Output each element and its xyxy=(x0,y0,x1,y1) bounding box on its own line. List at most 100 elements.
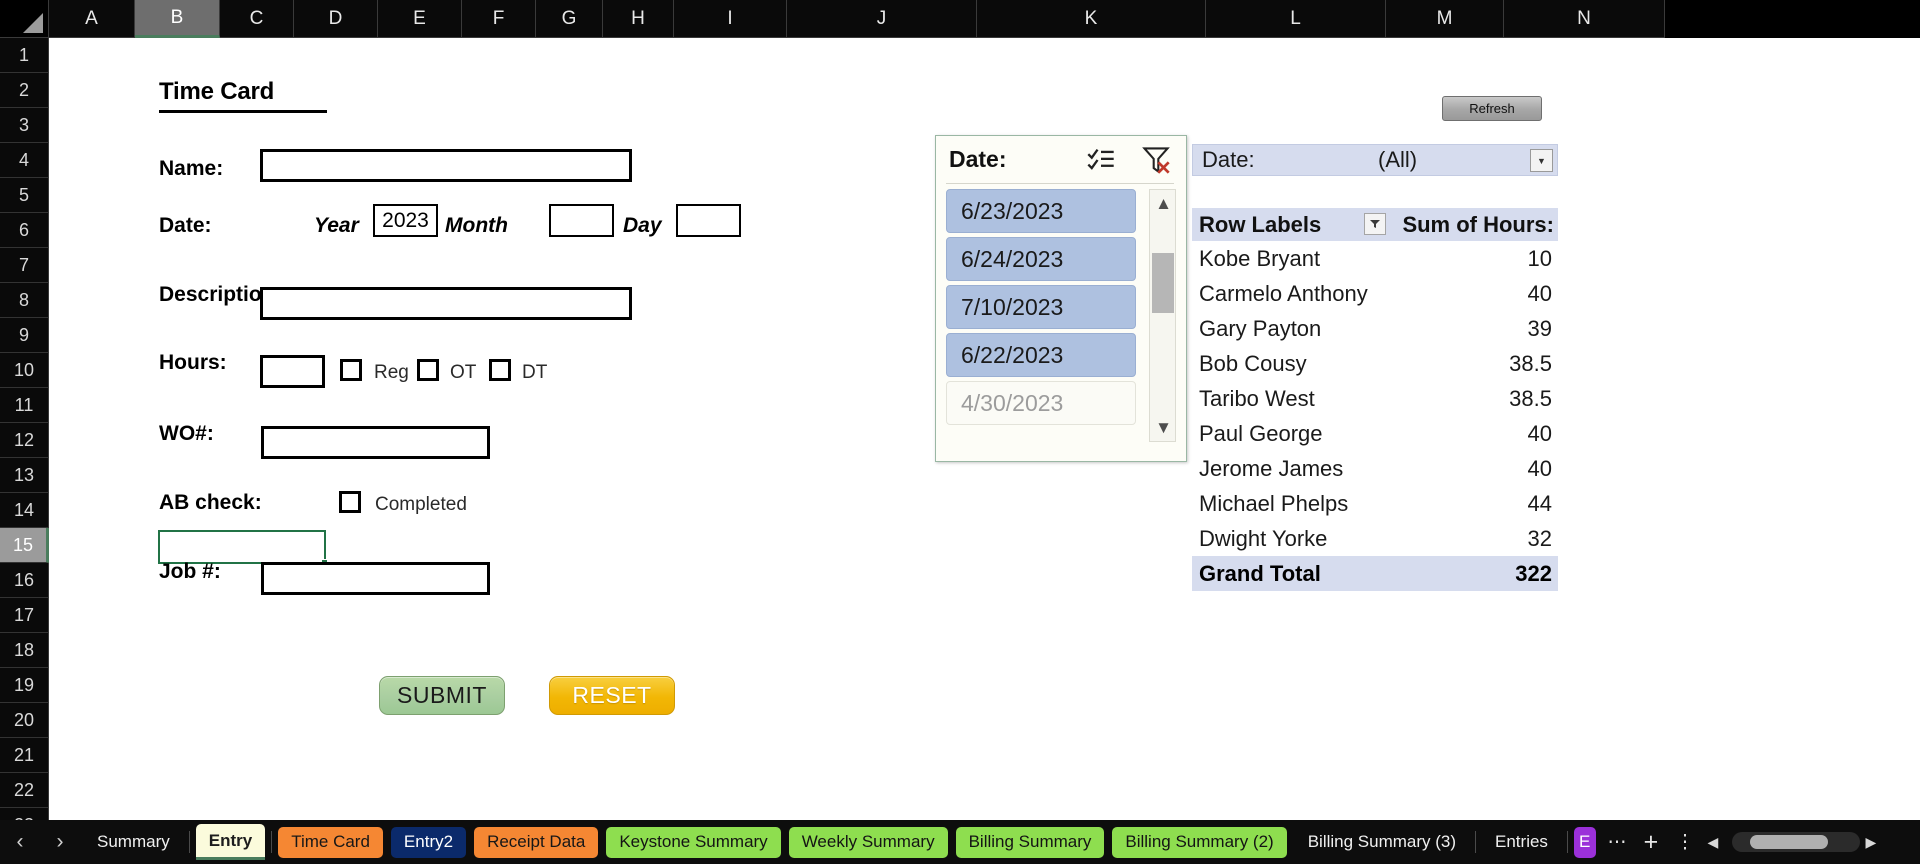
pivot-row-value: 10 xyxy=(1527,245,1552,271)
slicer-item[interactable]: 6/24/2023 xyxy=(946,237,1136,281)
sheet-tab-summary[interactable]: Summary xyxy=(84,827,183,858)
row-header-20[interactable]: 20 xyxy=(0,703,49,738)
sheet-tab-entries[interactable]: Entries xyxy=(1482,827,1561,858)
multi-select-icon[interactable] xyxy=(1086,145,1116,175)
chevron-down-icon[interactable]: ▼ xyxy=(1530,149,1553,172)
row-header-21[interactable]: 21 xyxy=(0,738,49,773)
column-header-e[interactable]: E xyxy=(378,0,462,38)
sheet-tab-weekly-summary[interactable]: Weekly Summary xyxy=(788,826,948,858)
column-header-j[interactable]: J xyxy=(787,0,977,38)
completed-checkbox[interactable] xyxy=(339,491,361,513)
month-input[interactable] xyxy=(549,204,614,237)
description-input[interactable] xyxy=(260,287,632,320)
sheet-tab-entry2[interactable]: Entry2 xyxy=(390,826,467,858)
column-header-b[interactable]: B xyxy=(135,0,220,38)
horizontal-scrollbar[interactable] xyxy=(1731,832,1860,852)
slicer-item[interactable]: 4/30/2023 xyxy=(946,381,1136,425)
date-slicer[interactable]: Date: 6/23/2023 6/24/2023 7/10/2023 6/22… xyxy=(935,135,1187,462)
row-header-1[interactable]: 1 xyxy=(0,38,49,73)
row-header-15[interactable]: 15 xyxy=(0,528,49,563)
pivot-row: Dwight Yorke 32 xyxy=(1192,521,1558,556)
row-header-3[interactable]: 3 xyxy=(0,108,49,143)
column-header-f[interactable]: F xyxy=(462,0,536,38)
column-header-l[interactable]: L xyxy=(1206,0,1386,38)
active-cell-b15[interactable] xyxy=(158,530,328,566)
sheet-tab-keystone-summary[interactable]: Keystone Summary xyxy=(606,826,781,858)
column-header-m[interactable]: M xyxy=(1386,0,1504,38)
slicer-item-list[interactable]: 6/23/2023 6/24/2023 7/10/2023 6/22/2023 4/30… xyxy=(946,189,1136,429)
chevron-down-icon[interactable]: ▼ xyxy=(1150,414,1177,441)
chevron-up-icon[interactable]: ▲ xyxy=(1150,190,1177,217)
row-header-13[interactable]: 13 xyxy=(0,458,49,493)
dt-checkbox[interactable] xyxy=(489,359,511,381)
row-header-2[interactable]: 2 xyxy=(0,73,49,108)
slicer-item[interactable]: 6/23/2023 xyxy=(946,189,1136,233)
column-header-a[interactable]: A xyxy=(49,0,135,38)
scroll-right-icon[interactable]: ▶ xyxy=(1860,820,1882,864)
pivot-row-name: Carmelo Anthony xyxy=(1199,280,1368,306)
pivot-row-name: Paul George xyxy=(1199,420,1323,446)
sheet-tab-billing-summary-3[interactable]: Billing Summary (3) xyxy=(1295,827,1469,858)
worksheet-grid[interactable]: Time Card Name: Date: Year 2023 Month Da… xyxy=(49,38,1871,820)
sheet-tab-billing-summary-2[interactable]: Billing Summary (2) xyxy=(1112,826,1287,858)
hours-input[interactable] xyxy=(260,355,325,388)
job-input[interactable] xyxy=(261,562,490,595)
row-header-5[interactable]: 5 xyxy=(0,178,49,213)
row-header-8[interactable]: 8 xyxy=(0,283,49,318)
sheet-tab-entry[interactable]: Entry xyxy=(195,824,266,860)
name-input[interactable] xyxy=(260,149,632,182)
row-header-11[interactable]: 11 xyxy=(0,388,49,423)
scroll-thumb[interactable] xyxy=(1749,835,1828,849)
slicer-scroll-thumb[interactable] xyxy=(1152,253,1174,313)
submit-button[interactable]: SUBMIT xyxy=(379,676,505,715)
grand-total-value: 322 xyxy=(1515,560,1552,586)
pivot-header-row: Row Labels Sum of Hours: xyxy=(1192,208,1558,241)
column-header-k[interactable]: K xyxy=(977,0,1206,38)
day-input[interactable] xyxy=(676,204,741,237)
row-header-4[interactable]: 4 xyxy=(0,143,49,178)
column-header-d[interactable]: D xyxy=(294,0,378,38)
chevron-left-icon[interactable]: ‹ xyxy=(0,820,40,864)
row-header-19[interactable]: 19 xyxy=(0,668,49,703)
pivot-filter-value: (All) xyxy=(1378,147,1418,172)
column-header-g[interactable]: G xyxy=(536,0,603,38)
row-header-22[interactable]: 22 xyxy=(0,773,49,808)
row-header-9[interactable]: 9 xyxy=(0,318,49,353)
row-header-17[interactable]: 17 xyxy=(0,598,49,633)
sheet-tab-time-card[interactable]: Time Card xyxy=(278,826,383,858)
column-header-i[interactable]: I xyxy=(674,0,787,38)
reset-button[interactable]: RESET xyxy=(549,676,675,715)
ellipsis-icon[interactable]: ⋯ xyxy=(1600,820,1634,864)
slicer-item[interactable]: 6/22/2023 xyxy=(946,333,1136,377)
chevron-right-icon[interactable]: › xyxy=(40,820,80,864)
date-label: Date: xyxy=(159,214,212,237)
pivot-row-value: 38.5 xyxy=(1509,350,1552,376)
sheet-tab-receipt-data[interactable]: Receipt Data xyxy=(474,826,599,858)
slicer-item[interactable]: 7/10/2023 xyxy=(946,285,1136,329)
clear-filter-icon[interactable] xyxy=(1141,145,1171,175)
reg-checkbox[interactable] xyxy=(340,359,362,381)
ot-checkbox[interactable] xyxy=(417,359,439,381)
row-header-7[interactable]: 7 xyxy=(0,248,49,283)
column-header-n[interactable]: N xyxy=(1504,0,1665,38)
row-header-6[interactable]: 6 xyxy=(0,213,49,248)
select-all-corner[interactable] xyxy=(0,0,49,38)
column-header-h[interactable]: H xyxy=(603,0,674,38)
column-header-c[interactable]: C xyxy=(220,0,294,38)
refresh-button[interactable]: Refresh xyxy=(1442,96,1542,121)
sheet-tab-e[interactable]: E xyxy=(1573,826,1596,858)
wo-input[interactable] xyxy=(261,426,490,459)
row-header-16[interactable]: 16 xyxy=(0,563,49,598)
plus-icon[interactable]: + xyxy=(1634,820,1668,864)
slicer-scrollbar[interactable]: ▲ ▼ xyxy=(1149,189,1176,442)
pivot-date-filter[interactable]: Date: (All) ▼ xyxy=(1192,144,1558,176)
row-header-10[interactable]: 10 xyxy=(0,353,49,388)
sheet-tab-billing-summary[interactable]: Billing Summary xyxy=(955,826,1105,858)
row-header-14[interactable]: 14 xyxy=(0,493,49,528)
row-header-18[interactable]: 18 xyxy=(0,633,49,668)
scroll-left-icon[interactable]: ◀ xyxy=(1702,820,1724,864)
column-header-bar: ABCDEFGHIJKLMN xyxy=(0,0,1920,38)
kebab-menu-icon[interactable]: ⋮ xyxy=(1668,820,1702,864)
filter-icon[interactable] xyxy=(1364,213,1386,235)
row-header-12[interactable]: 12 xyxy=(0,423,49,458)
